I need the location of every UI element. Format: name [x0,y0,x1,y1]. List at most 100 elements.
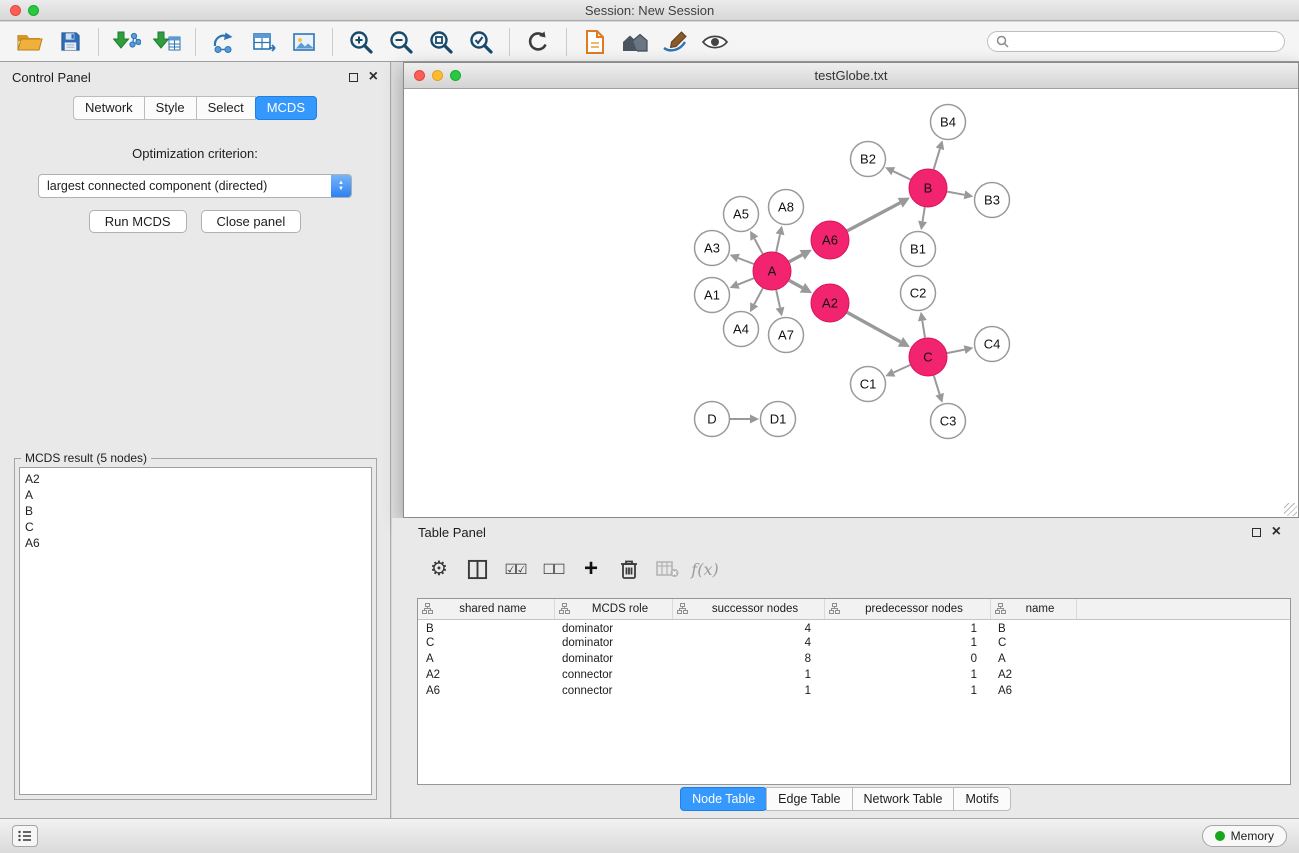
import-network-button[interactable] [109,26,145,58]
node-B1[interactable]: B1 [901,232,936,267]
close-panel-icon[interactable]: × [369,71,378,83]
zoom-out-button[interactable] [383,26,419,58]
apply-style-button[interactable] [657,26,693,58]
import-table-button[interactable] [149,26,185,58]
edge-C-C2[interactable] [918,312,927,338]
tab-edge-table[interactable]: Edge Table [766,787,852,811]
table-row[interactable]: A6connector11A6 [418,683,1290,699]
dropdown-stepper[interactable]: ▲ ▼ [331,174,351,198]
edge-B-B2[interactable] [885,167,910,179]
list-item[interactable]: B [25,503,366,519]
node-A8[interactable]: A8 [769,190,804,225]
float-panel-icon[interactable] [1252,528,1261,537]
node-A1[interactable]: A1 [695,278,730,313]
edge-A-A7[interactable] [776,290,785,316]
node-A5[interactable]: A5 [724,197,759,232]
close-panel-button[interactable]: Close panel [201,210,302,233]
node-B4[interactable]: B4 [931,105,966,140]
edge-A-A6[interactable] [789,250,812,262]
resize-grip[interactable] [1284,503,1297,516]
close-window-button[interactable] [414,70,425,81]
node-C2[interactable]: C2 [901,276,936,311]
tab-network[interactable]: Network [73,96,145,120]
tab-motifs[interactable]: Motifs [953,787,1010,811]
node-A4[interactable]: A4 [724,312,759,347]
close-window-button[interactable] [10,5,21,16]
minimize-window-button[interactable] [432,70,443,81]
node-A6[interactable]: A6 [811,221,849,259]
delete-table-button[interactable] [652,554,682,584]
add-row-button[interactable]: + [576,554,606,584]
list-item[interactable]: A [25,487,366,503]
export-network-button[interactable] [206,26,242,58]
edge-B-B3[interactable] [947,190,973,199]
apply-layout-button[interactable] [520,26,556,58]
node-C1[interactable]: C1 [851,367,886,402]
node-table[interactable]: shared nameMCDS rolesuccessor nodesprede… [417,598,1291,785]
criterion-dropdown[interactable]: largest connected component (directed) ▲… [38,174,352,198]
zoom-window-button[interactable] [28,5,39,16]
node-B2[interactable]: B2 [851,142,886,177]
open-document-button[interactable] [577,26,613,58]
edge-D-D1[interactable] [730,415,759,424]
edge-A-A1[interactable] [730,278,754,289]
export-image-button[interactable] [286,26,322,58]
edge-A2-C[interactable] [847,312,910,347]
zoom-selected-button[interactable] [463,26,499,58]
tab-select[interactable]: Select [196,96,256,120]
edge-C-C1[interactable] [885,365,910,377]
tab-network-table[interactable]: Network Table [852,787,955,811]
node-C4[interactable]: C4 [975,327,1010,362]
table-settings-button[interactable]: ⚙ [424,554,454,584]
zoom-in-button[interactable] [343,26,379,58]
edge-A6-B[interactable] [847,198,910,231]
edge-B-B4[interactable] [934,140,945,169]
column-header-name[interactable]: name [990,599,1076,619]
table-row[interactable]: A2connector11A2 [418,667,1290,683]
node-A7[interactable]: A7 [769,318,804,353]
node-B[interactable]: B [909,169,947,207]
list-item[interactable]: A6 [25,535,366,551]
edge-A-A8[interactable] [776,226,785,252]
mcds-result-list[interactable]: A2ABCA6 [19,467,372,795]
edge-A-A4[interactable] [750,288,763,312]
node-C3[interactable]: C3 [931,404,966,439]
node-B3[interactable]: B3 [975,183,1010,218]
search-input[interactable] [1014,35,1276,49]
node-A3[interactable]: A3 [695,231,730,266]
export-table-button[interactable] [246,26,282,58]
tab-style[interactable]: Style [144,96,197,120]
column-header-shared-name[interactable]: shared name [418,599,554,619]
column-header-successor-nodes[interactable]: successor nodes [672,599,824,619]
float-panel-icon[interactable] [349,73,358,82]
close-panel-icon[interactable]: × [1272,526,1281,538]
column-header-predecessor-nodes[interactable]: predecessor nodes [824,599,990,619]
column-header-mcds-role[interactable]: MCDS role [554,599,672,619]
open-file-button[interactable] [12,26,48,58]
task-history-button[interactable] [12,825,38,847]
node-D1[interactable]: D1 [761,402,796,437]
list-item[interactable]: A2 [25,471,366,487]
deselect-all-button[interactable]: ☐☐ [538,554,568,584]
function-builder-button[interactable]: f(x) [690,554,720,584]
node-C[interactable]: C [909,338,947,376]
show-columns-button[interactable] [462,554,492,584]
tab-mcds[interactable]: MCDS [255,96,317,120]
save-session-button[interactable] [52,26,88,58]
node-A2[interactable]: A2 [811,284,849,322]
table-row[interactable]: Bdominator41B [418,619,1290,635]
list-item[interactable]: C [25,519,366,535]
edge-A-A3[interactable] [730,254,754,264]
delete-row-button[interactable] [614,554,644,584]
network-canvas[interactable]: B4B2BB3A5A8A6A3B1AA1C2A2A4A7C4CC1DD1C3 [404,90,1298,517]
edge-C-C4[interactable] [947,345,973,354]
zoom-window-button[interactable] [450,70,461,81]
edge-B-B1[interactable] [918,207,927,230]
zoom-fit-button[interactable] [423,26,459,58]
network-graph[interactable]: B4B2BB3A5A8A6A3B1AA1C2A2A4A7C4CC1DD1C3 [404,90,1298,517]
first-neighbors-button[interactable] [617,26,653,58]
search-box[interactable] [987,31,1285,52]
edge-A-A5[interactable] [750,231,763,254]
tab-node-table[interactable]: Node Table [680,787,767,811]
table-row[interactable]: Adominator80A [418,651,1290,667]
